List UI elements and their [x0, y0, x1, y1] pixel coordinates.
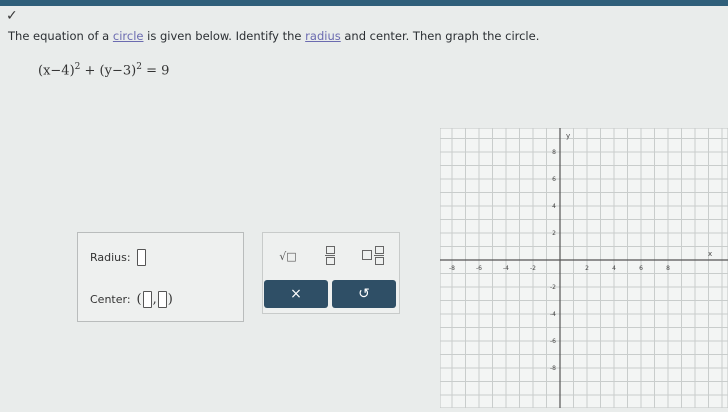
radius-label: Radius: [90, 251, 131, 264]
answer-panel: Radius: Center: ( , ) [77, 232, 244, 322]
sqrt-label: √□ [279, 249, 297, 263]
x-tick-label: 8 [666, 265, 670, 272]
equation-term-y: (y−3) [99, 63, 137, 79]
x-tick-label: -2 [530, 265, 536, 272]
mixed-number-button[interactable] [359, 243, 387, 267]
mixed-number-fraction-icon [374, 245, 384, 265]
y-tick-label: -2 [550, 284, 556, 291]
y-tick-label: 6 [552, 176, 556, 183]
equation-term-x: (x−4) [38, 63, 75, 79]
term-radius-link[interactable]: radius [305, 29, 341, 43]
prompt-text-1: The equation of a [8, 29, 113, 43]
y-tick-label: 4 [552, 203, 556, 210]
x-tick-label: -6 [476, 265, 482, 272]
y-tick-label: -8 [550, 365, 556, 372]
mixed-number-whole-icon [362, 250, 372, 260]
center-close-paren: ) [167, 292, 173, 307]
prompt-text-3: and center. Then graph the circle. [340, 29, 540, 43]
center-comma: , [152, 292, 157, 307]
y-tick-label: -4 [550, 311, 556, 318]
y-tick-label: 2 [552, 230, 556, 237]
coordinate-graph[interactable]: x y -8 -6 -4 -2 2 4 6 8 8 6 4 2 -2 -4 -6 -8 [439, 127, 728, 409]
x-tick-label: -8 [449, 265, 455, 272]
circle-equation: (x−4)2 + (y−3)2 = 9 [38, 62, 169, 78]
prompt-text-2: is given below. Identify the [143, 29, 306, 43]
question-prompt: The equation of a circle is given below.… [8, 29, 539, 43]
y-axis-label: y [566, 132, 570, 140]
graph-background [439, 127, 728, 409]
y-tick-label: 8 [552, 149, 556, 156]
x-tick-label: -4 [503, 265, 509, 272]
center-input-group: ( , ) [137, 291, 173, 308]
checkmark-icon: ✓ [6, 8, 18, 24]
center-open-paren: ( [136, 292, 142, 307]
undo-button[interactable]: ↺ [332, 280, 396, 308]
equation-plus: + [80, 63, 100, 79]
clear-icon: × [290, 286, 302, 302]
center-x-input[interactable] [142, 291, 152, 308]
sqrt-button[interactable]: √□ [275, 245, 301, 267]
radius-row: Radius: [90, 249, 146, 266]
x-tick-label: 4 [612, 265, 616, 272]
fraction-icon [325, 245, 335, 265]
equation-rhs: = 9 [141, 63, 170, 79]
x-tick-label: 2 [585, 265, 589, 272]
undo-icon: ↺ [358, 286, 370, 302]
center-label: Center: [90, 293, 131, 306]
y-tick-label: -6 [550, 338, 556, 345]
center-y-input[interactable] [157, 291, 167, 308]
x-axis-label: x [708, 250, 712, 258]
radius-input[interactable] [136, 249, 146, 266]
top-bar [0, 0, 728, 6]
term-circle-link[interactable]: circle [113, 29, 144, 43]
x-tick-label: 6 [639, 265, 643, 272]
graph-svg[interactable]: x y -8 -6 -4 -2 2 4 6 8 8 6 4 2 -2 -4 -6 -8 [439, 127, 728, 409]
center-row: Center: ( , ) [90, 291, 173, 308]
fraction-button[interactable] [319, 243, 341, 267]
clear-button[interactable]: × [264, 280, 328, 308]
